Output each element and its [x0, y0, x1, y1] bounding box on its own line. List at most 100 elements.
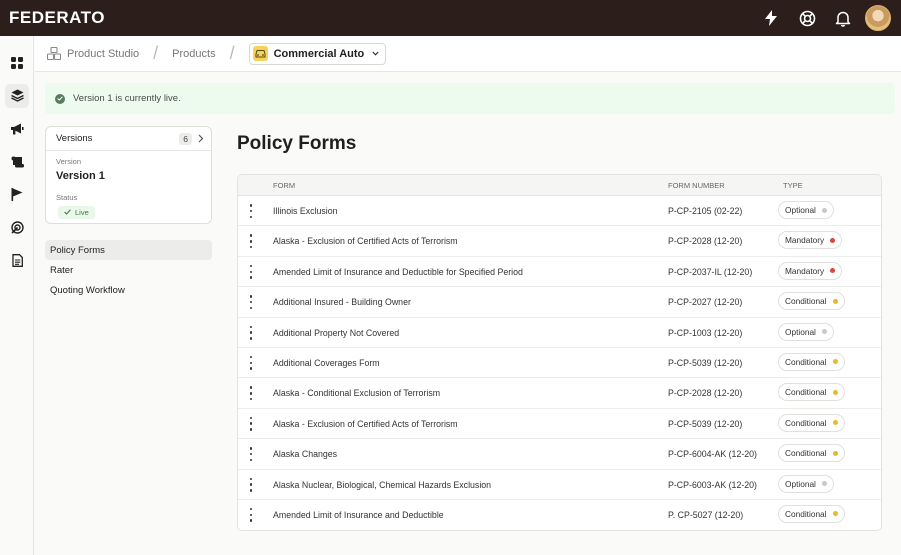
more-vertical-icon[interactable] — [247, 264, 255, 279]
more-vertical-icon[interactable] — [247, 325, 255, 340]
type-status-dot — [832, 420, 838, 426]
more-vertical-icon[interactable] — [247, 234, 255, 249]
scroll-icon[interactable] — [0, 145, 34, 178]
nav-item-policy-forms[interactable]: Policy Forms — [45, 240, 212, 260]
more-vertical-icon[interactable] — [247, 477, 255, 492]
type-badge: Conditional — [778, 292, 845, 311]
table-row[interactable]: Alaska - Conditional Exclusion of Terror… — [238, 378, 881, 409]
form-name: Alaska - Exclusion of Certified Acts of … — [273, 236, 458, 247]
table-row[interactable]: Amended Limit of Insurance and Deductibl… — [238, 257, 881, 288]
more-vertical-icon[interactable] — [247, 386, 255, 401]
type-status-dot — [832, 450, 838, 456]
table-row[interactable]: Illinois Exclusion P-CP-2105 (02-22) Optio… — [238, 196, 881, 227]
form-number: P-CP-2028 (12-20) — [668, 236, 743, 247]
breadcrumb-product-studio[interactable]: Product Studio — [47, 47, 139, 60]
table-row[interactable]: Alaska - Exclusion of Certified Acts of … — [238, 409, 881, 440]
type-label: Optional — [785, 205, 816, 215]
versions-title: Versions — [56, 133, 93, 144]
megaphone-icon[interactable] — [0, 112, 34, 145]
breadcrumb-separator: / — [153, 43, 159, 63]
form-number: P-CP-1003 (12-20) — [668, 327, 743, 338]
table-row[interactable]: Additional Insured - Building Owner P-CP-… — [238, 287, 881, 318]
type-badge: Optional — [778, 474, 834, 493]
more-vertical-icon[interactable] — [247, 416, 255, 431]
chevron-right-icon[interactable] — [198, 131, 204, 146]
form-name: Amended Limit of Insurance and Deductibl… — [273, 266, 523, 277]
more-vertical-icon[interactable] — [247, 355, 255, 370]
table-row[interactable]: Amended Limit of Insurance and Deductibl… — [238, 500, 881, 530]
type-status-dot — [832, 389, 838, 395]
nav-item-rater[interactable]: Rater — [45, 260, 212, 280]
flag-icon[interactable] — [0, 178, 34, 211]
status-badge: Live — [58, 205, 95, 219]
form-name: Illinois Exclusion — [273, 206, 338, 216]
form-number: P-CP-2027 (12-20) — [668, 297, 743, 308]
column-header-form[interactable]: FORM — [273, 181, 295, 190]
top-actions — [753, 0, 891, 36]
page-title: Policy Forms — [237, 133, 357, 154]
type-badge: Optional — [778, 201, 834, 219]
type-label: Conditional — [785, 356, 827, 367]
app-logo[interactable]: FEDERATO — [9, 8, 105, 28]
type-status-dot — [821, 207, 827, 213]
type-badge: Conditional — [778, 413, 845, 432]
table-body: Illinois Exclusion P-CP-2105 (02-22) Optio… — [238, 196, 881, 530]
column-header-type[interactable]: TYPE — [783, 181, 803, 190]
type-badge: Conditional — [778, 352, 845, 371]
form-number: P-CP-5039 (12-20) — [668, 357, 743, 368]
section-nav: Policy Forms Rater Quoting Workflow — [45, 240, 212, 301]
table-row[interactable]: Alaska - Exclusion of Certified Acts of … — [238, 226, 881, 257]
type-label: Mandatory — [785, 265, 825, 276]
type-label: Conditional — [785, 417, 827, 428]
form-name: Alaska - Exclusion of Certified Acts of … — [273, 418, 458, 429]
type-label: Conditional — [785, 508, 827, 519]
type-status-dot — [832, 511, 838, 517]
type-label: Conditional — [785, 387, 827, 398]
dashboard-grid-icon[interactable] — [0, 46, 34, 79]
type-label: Optional — [785, 478, 816, 489]
column-header-form-number[interactable]: FORM NUMBER — [668, 181, 725, 190]
more-vertical-icon[interactable] — [247, 507, 255, 522]
top-bar: FEDERATO — [0, 0, 901, 36]
lightning-icon[interactable] — [753, 0, 789, 36]
form-name: Alaska - Conditional Exclusion of Terror… — [273, 388, 441, 399]
table-row[interactable]: Additional Coverages Form P-CP-5039 (12-2… — [238, 348, 881, 379]
type-badge: Mandatory — [778, 231, 843, 250]
version-label: Version — [56, 157, 82, 166]
form-name: Additional Insured - Building Owner — [273, 297, 411, 308]
type-label: Mandatory — [785, 235, 825, 246]
form-name: Alaska Changes — [273, 449, 338, 460]
product-select-value: Commercial Auto — [273, 47, 365, 60]
document-icon[interactable] — [0, 244, 34, 277]
breadcrumb-separator: / — [229, 43, 235, 63]
nav-item-quoting-workflow[interactable]: Quoting Workflow — [45, 281, 212, 301]
breadcrumb-products[interactable]: Products — [172, 48, 215, 60]
versions-header[interactable]: Versions 6 — [46, 127, 211, 151]
radar-icon[interactable] — [0, 211, 34, 244]
more-vertical-icon[interactable] — [247, 204, 255, 218]
more-vertical-icon[interactable] — [247, 447, 255, 462]
table-row[interactable]: Alaska Nuclear, Biological, Chemical Haz… — [238, 470, 881, 500]
help-lifebuoy-icon[interactable] — [789, 0, 825, 36]
type-label: Optional — [785, 326, 816, 337]
more-vertical-icon[interactable] — [247, 295, 255, 310]
live-banner: Version 1 is currently live. — [45, 83, 895, 114]
table-header: FORM FORM NUMBER TYPE — [238, 175, 881, 196]
type-status-dot — [821, 329, 827, 335]
product-select[interactable]: Commercial Auto — [248, 42, 387, 65]
bell-icon[interactable] — [825, 0, 861, 36]
layers-icon[interactable] — [0, 79, 34, 112]
type-label: Conditional — [785, 296, 827, 307]
versions-card: Versions 6 Version Version 1 Status Live — [45, 126, 212, 224]
table-row[interactable]: Alaska Changes P-CP-6004-AK (12-20) Condit… — [238, 439, 881, 470]
form-number: P-CP-6003-AK (12-20) — [668, 479, 757, 490]
forms-table: FORM FORM NUMBER TYPE Illinois Exclusion… — [237, 174, 882, 531]
form-number: P-CP-2028 (12-20) — [668, 388, 743, 399]
table-row[interactable]: Additional Property Not Covered P-CP-1003… — [238, 318, 881, 348]
version-name: Version 1 — [56, 170, 105, 182]
form-name: Additional Property Not Covered — [273, 327, 400, 338]
type-badge: Optional — [778, 322, 834, 341]
left-rail — [0, 36, 34, 555]
car-icon — [252, 46, 268, 61]
avatar[interactable] — [865, 5, 891, 31]
